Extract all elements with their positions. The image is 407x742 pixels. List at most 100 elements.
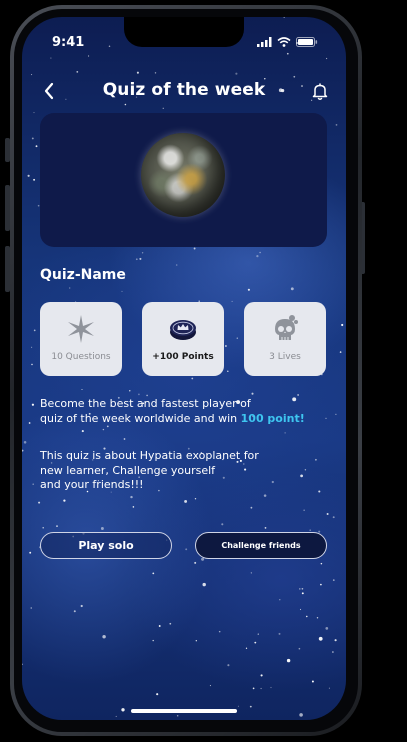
star [138,393,140,396]
star [31,363,33,366]
star [102,634,106,639]
star [152,572,155,575]
notch [124,17,244,47]
star [339,351,342,353]
star [146,394,148,397]
star [185,548,188,551]
star [195,640,197,642]
star [318,636,323,641]
lives-label: 3 Lives [269,352,301,362]
star [31,137,34,140]
star [136,71,139,74]
star [320,583,322,586]
star [332,579,335,581]
star [328,687,330,689]
star [335,124,338,126]
description-line-2-text: quiz of the week worldwide and win [40,411,241,425]
star [22,449,24,452]
star [218,630,221,633]
notification-button[interactable] [308,79,332,103]
star [286,52,289,55]
bell-icon [312,83,328,100]
coin-crown-icon [170,320,196,340]
star [209,685,211,687]
points-card: +100 Points [142,302,224,376]
star [290,287,294,291]
star [31,403,35,406]
phone-frame: 9:41 Quiz of the week Quiz-Name 10 Quest… [10,5,362,736]
star [24,714,27,717]
star [23,441,27,444]
star [193,247,196,250]
star [88,55,90,57]
points-highlight: 100 point! [240,411,305,425]
star [102,428,105,431]
planet-image [141,133,225,217]
star [31,74,33,76]
star [35,145,38,148]
description-line-1: Become the best and fastest player of [40,397,251,410]
star [169,622,172,625]
star [334,639,337,642]
quiz-about: This quiz is about Hypatia exoplanet for… [40,449,330,493]
points-label: +100 Points [152,352,214,362]
star [264,527,267,529]
hero-banner [40,113,327,247]
star [251,392,254,395]
star [299,588,301,590]
star [81,430,84,433]
star [326,513,329,515]
star [250,506,253,509]
star [42,527,44,529]
status-time: 9:41 [52,35,85,50]
star [31,346,33,348]
page-title: Quiz of the week [102,80,266,100]
about-line-2: new learner, Challenge yourself [40,463,216,477]
star [33,178,36,181]
star [176,714,179,717]
star [121,290,123,292]
star [260,687,262,690]
star [63,499,66,502]
quiz-info-cards: 10 Questions +100 Points 3 Lives [40,302,330,378]
star [33,329,36,332]
star [154,72,157,74]
star [247,288,250,291]
star [259,251,261,254]
wifi-icon [277,37,291,47]
star [115,715,117,717]
star [263,494,267,497]
star [37,17,40,20]
star [100,527,104,530]
star [108,45,111,47]
star [135,258,138,261]
star [254,641,257,644]
star [152,639,154,642]
star [69,287,71,289]
home-indicator[interactable] [131,709,237,713]
star [260,674,263,677]
questions-label: 10 Questions [51,352,111,362]
star [298,647,301,650]
star [297,394,299,396]
star [284,432,286,434]
star [249,705,252,708]
star [320,562,323,565]
challenge-friends-button[interactable]: Challenge friends [195,532,327,559]
star [325,627,329,630]
quiz-description: Become the best and fastest player of qu… [40,397,330,426]
star [175,264,178,266]
star [250,572,252,574]
star [50,57,52,59]
star [73,610,76,613]
star [156,693,159,696]
star [76,71,79,73]
star [80,604,83,608]
star [270,686,272,689]
star [139,257,142,260]
description-line-2: quiz of the week worldwide and win 100 p… [40,412,330,427]
star [245,647,248,649]
star [27,174,30,177]
play-solo-button[interactable]: Play solo [40,532,172,559]
star [202,582,206,587]
